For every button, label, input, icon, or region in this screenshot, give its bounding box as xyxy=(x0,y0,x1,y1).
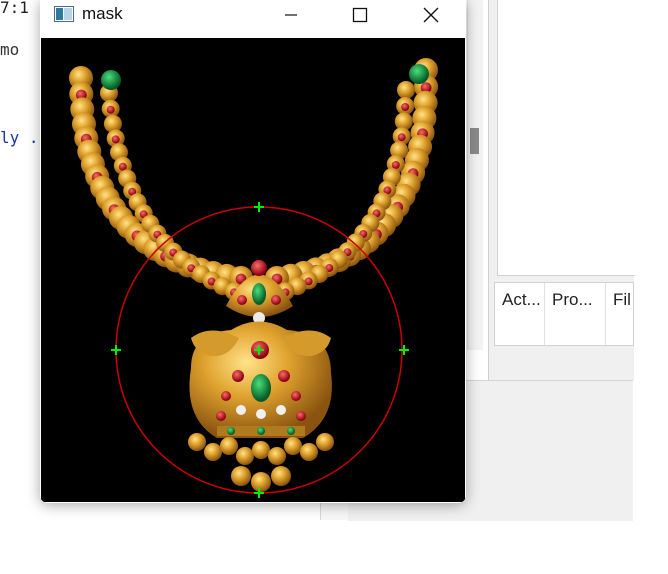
gold-drop xyxy=(231,466,251,486)
ruby-stone xyxy=(111,135,120,144)
panel-view xyxy=(497,0,635,276)
ruby-stone xyxy=(118,162,127,171)
gold-drop xyxy=(236,447,254,465)
ruby-stone xyxy=(106,105,115,114)
title-bar[interactable]: mask xyxy=(40,0,466,38)
window-title: mask xyxy=(82,4,123,23)
maximize-icon xyxy=(352,7,368,23)
clasp-stone xyxy=(409,64,429,84)
column-header[interactable]: Act... xyxy=(495,283,545,345)
ruby-stone xyxy=(401,103,410,111)
gold-drop xyxy=(271,466,291,486)
image-canvas[interactable] xyxy=(41,38,465,502)
gold-drop xyxy=(316,433,334,451)
app-window-icon xyxy=(54,6,74,22)
ruby-stone xyxy=(397,133,406,142)
minimize-icon xyxy=(285,14,297,16)
gold-drop xyxy=(252,441,270,459)
column-header[interactable]: Fil xyxy=(606,283,633,345)
pendant xyxy=(189,321,332,438)
column-header[interactable]: Pro... xyxy=(545,283,606,345)
ruby-stone xyxy=(391,161,400,169)
gold-drop xyxy=(220,437,238,455)
gold-drop xyxy=(284,437,302,455)
table-header: Act... Pro... Fil xyxy=(494,282,634,346)
clasp-stone xyxy=(101,70,121,90)
close-button[interactable] xyxy=(406,0,452,30)
code-line: ly . xyxy=(0,128,39,147)
necklace-bead xyxy=(397,81,415,99)
gold-drop xyxy=(188,433,206,451)
gold-drop xyxy=(251,472,271,492)
minimize-button[interactable] xyxy=(268,0,314,30)
gold-drop xyxy=(204,443,222,461)
close-icon xyxy=(423,7,439,23)
code-line: mo xyxy=(0,40,20,59)
gold-drop xyxy=(300,443,318,461)
code-line: 7:1 xyxy=(0,0,29,17)
scrollbar-thumb[interactable] xyxy=(470,128,479,154)
maximize-button[interactable] xyxy=(336,0,382,30)
mask-window[interactable]: mask xyxy=(40,0,466,503)
scrollbar[interactable] xyxy=(467,0,483,350)
gold-drop xyxy=(268,447,286,465)
